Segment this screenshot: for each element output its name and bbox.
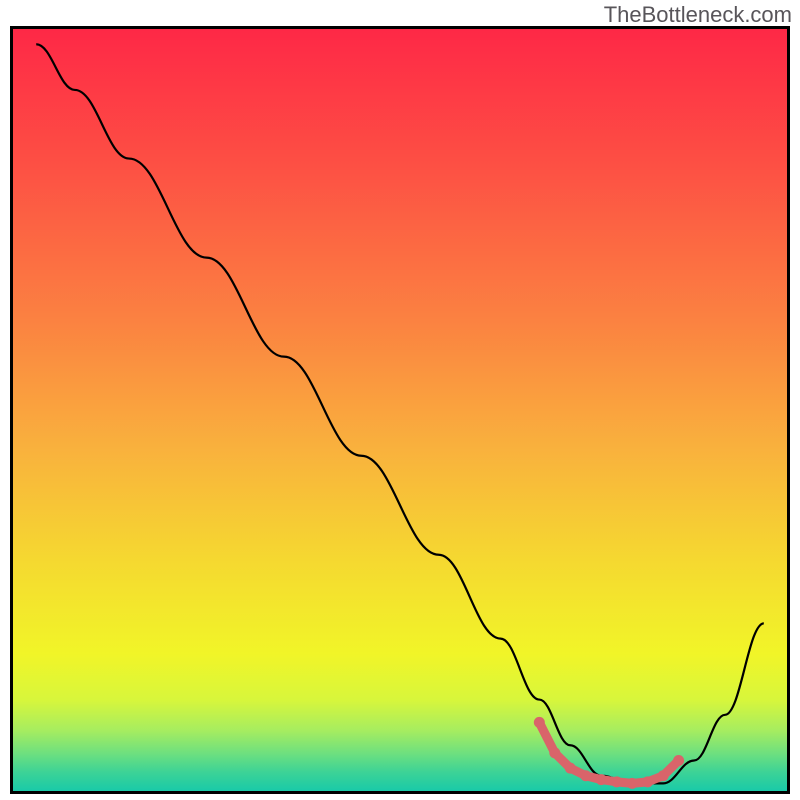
- highlight-dot: [658, 770, 669, 781]
- chart-container: TheBottleneck.com: [0, 0, 800, 800]
- highlight-dot: [580, 770, 591, 781]
- highlight-dot: [549, 747, 560, 758]
- highlight-dot: [596, 774, 607, 785]
- highlight-dot: [565, 763, 576, 774]
- chart-svg: [13, 29, 787, 791]
- gradient-background: [13, 29, 787, 791]
- highlight-dot: [611, 776, 622, 787]
- highlight-dot: [673, 755, 684, 766]
- watermark-text: TheBottleneck.com: [604, 2, 792, 28]
- chart-plot-area: [10, 26, 790, 794]
- highlight-dot: [642, 776, 653, 787]
- highlight-dot: [627, 778, 638, 789]
- highlight-dot: [534, 717, 545, 728]
